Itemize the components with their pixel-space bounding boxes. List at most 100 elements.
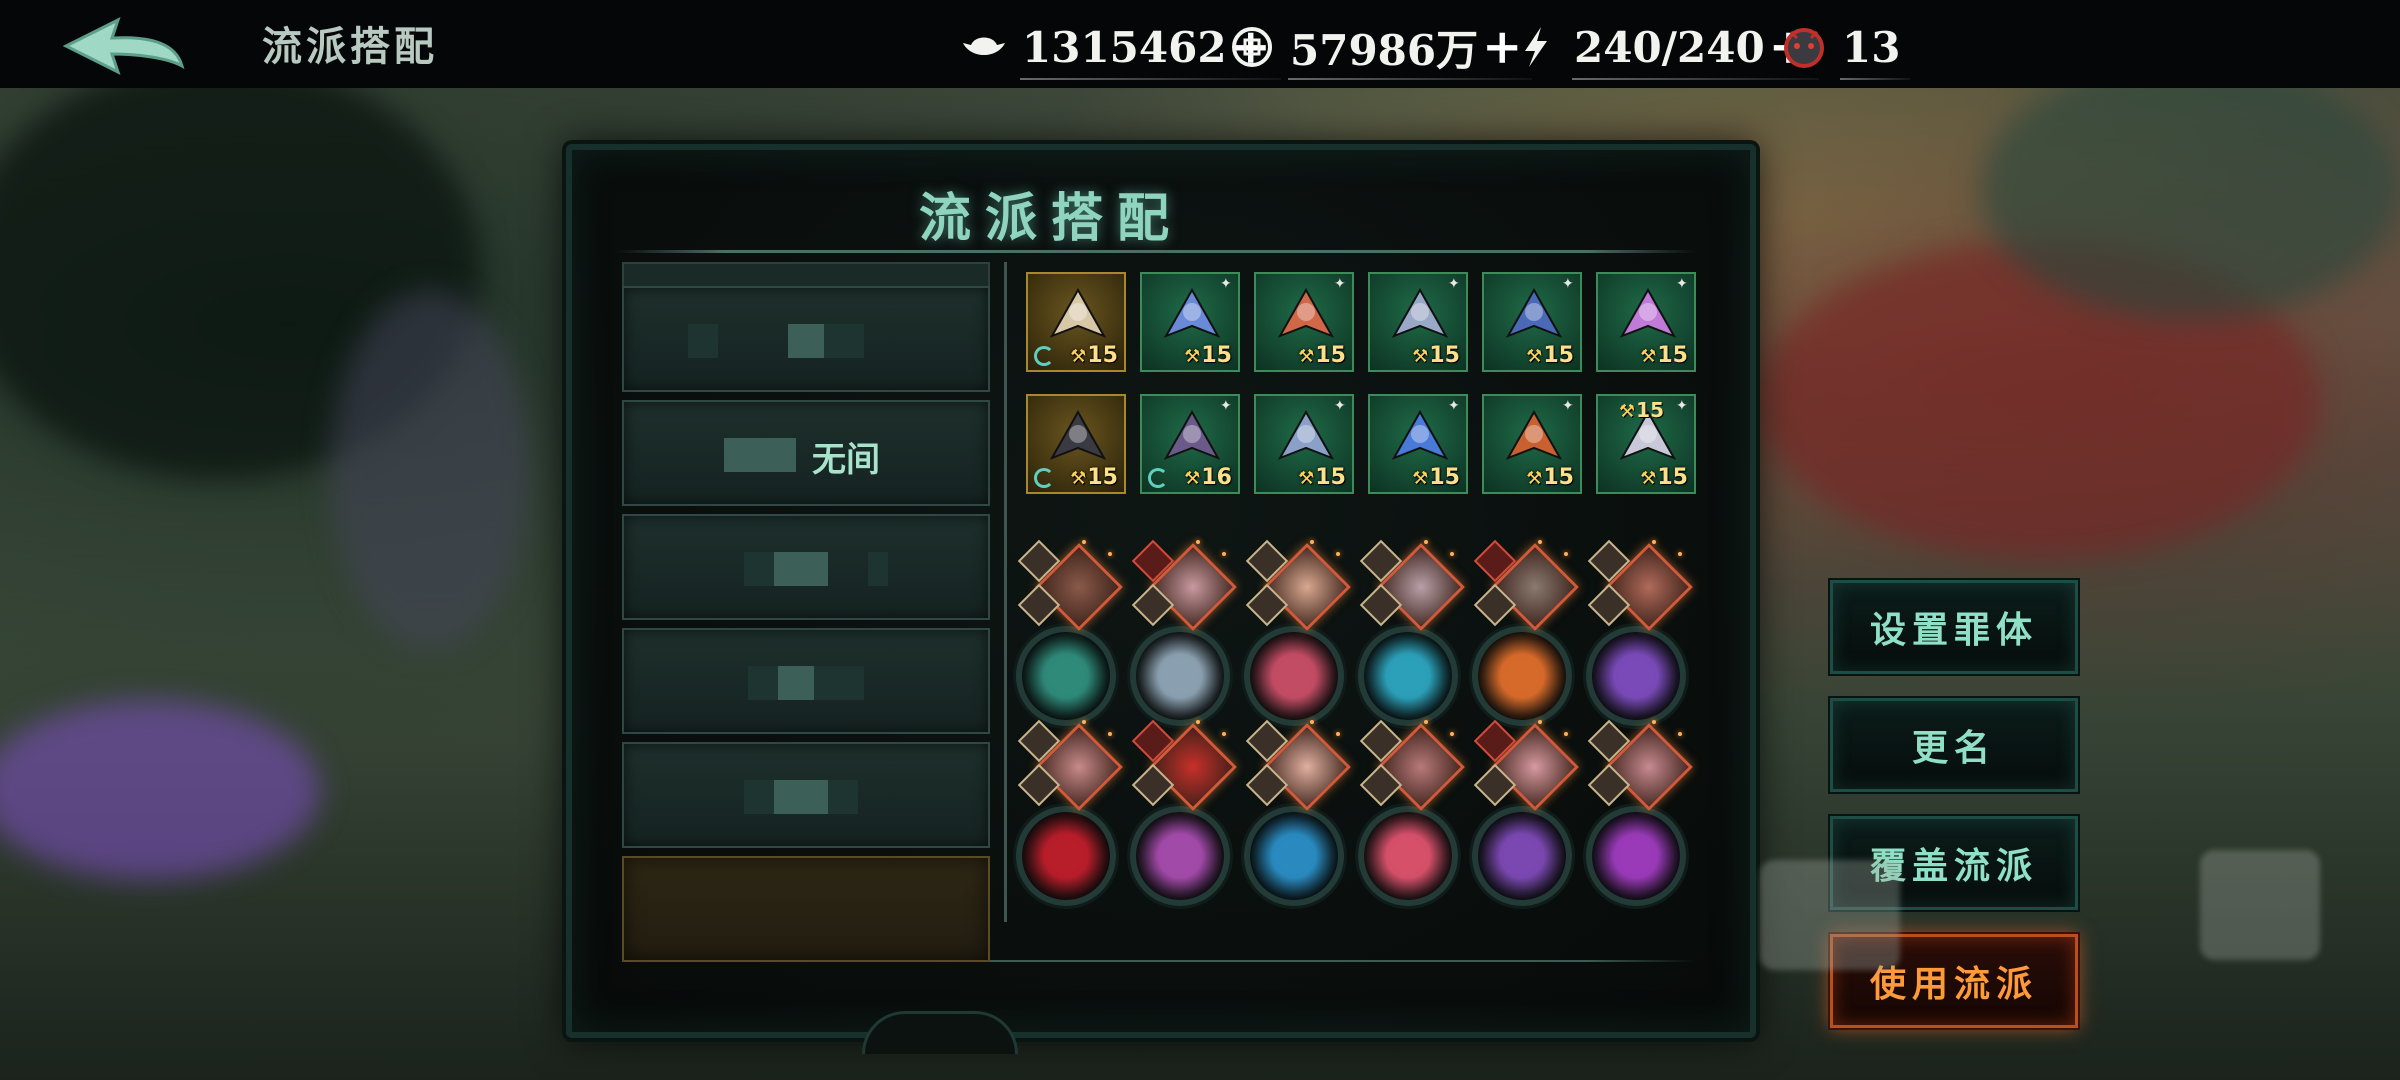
loadout-slot-5[interactable] [622, 742, 990, 848]
hammer-icon: ⚒ [1298, 468, 1315, 489]
obscured-name [778, 666, 814, 700]
back-arrow-icon [62, 17, 185, 75]
skill-node[interactable] [1240, 534, 1360, 734]
hammer-icon: ⚒ [1526, 468, 1543, 489]
skill-node[interactable] [1126, 714, 1246, 914]
skill-node[interactable] [1354, 534, 1474, 734]
upgrade-level: ⚒15 [1640, 465, 1688, 490]
hammer-icon: ⚒ [1070, 468, 1087, 489]
rename-button[interactable]: 更名 [1830, 698, 2078, 792]
ember-particle [1336, 732, 1340, 736]
equipment-slot[interactable]: ✦ ⚒16 [1140, 394, 1240, 494]
equipment-slot[interactable]: ✦ ⚒15 [1482, 394, 1582, 494]
pin-icon: ✦ [1562, 276, 1574, 292]
background-foliage [1980, 60, 2400, 320]
ember-particle [1336, 552, 1340, 556]
skill-node[interactable] [1468, 714, 1588, 914]
loadout-slot-2[interactable]: 无间 [622, 400, 990, 506]
refresh-icon [1148, 468, 1168, 488]
hammer-icon: ⚒ [1298, 346, 1315, 367]
equipment-slot[interactable]: ✦ ⚒15 [1482, 272, 1582, 372]
ember-particle [1108, 732, 1112, 736]
ember-particle [1450, 732, 1454, 736]
spiral-emblem-icon [1016, 806, 1116, 906]
equipment-slot[interactable]: ✦ ⚒15 [1140, 272, 1240, 372]
upgrade-level: ⚒15 [1526, 465, 1574, 490]
ember-particle [1108, 552, 1112, 556]
stripe-emblem-icon [1244, 806, 1344, 906]
equipment-slot[interactable]: ⚒15 [1026, 394, 1126, 494]
equipment-slot[interactable]: ✦ ⚒15 [1368, 272, 1468, 372]
hammer-icon: ⚒ [1070, 346, 1087, 367]
shoulder-armor-icon [1391, 287, 1449, 338]
equipment-slot[interactable]: ✦ ⚒15 [1596, 272, 1696, 372]
ember-particle [1652, 720, 1656, 724]
dark-robe-icon [1163, 409, 1221, 460]
resource-underline [1288, 78, 1533, 80]
equipment-slot[interactable]: ✦ ⚒15 ⚒15 [1596, 394, 1696, 494]
obscured-name [868, 552, 888, 586]
equipment-slot[interactable]: ✦ ⚒15 [1368, 394, 1468, 494]
skill-node[interactable] [1012, 714, 1132, 914]
equipment-slot[interactable]: ✦ ⚒15 [1254, 394, 1354, 494]
pin-icon: ✦ [1448, 276, 1460, 292]
resource-underline [1572, 78, 1819, 80]
skill-node[interactable] [1354, 714, 1474, 914]
skill-node[interactable] [1012, 534, 1132, 734]
upgrade-level-top: ⚒15 [1619, 398, 1664, 422]
resource-underline [1020, 78, 1281, 80]
pin-icon: ✦ [1220, 398, 1232, 414]
skill-node[interactable] [1240, 714, 1360, 914]
obscured-name [824, 324, 864, 358]
belt-icon [1391, 409, 1449, 460]
skill-node[interactable] [1126, 534, 1246, 734]
loadout-slot-3[interactable] [622, 514, 990, 620]
top-bar: 流派搭配 1315462 + 57986万 + 240/240 + 13 [0, 0, 2400, 88]
pin-icon: ✦ [1448, 398, 1460, 414]
obscured-name [828, 780, 858, 814]
resource-coin: 57986万 + [1228, 20, 1533, 80]
hammer-icon: ⚒ [1640, 468, 1657, 489]
skill-node[interactable] [1468, 534, 1588, 734]
crescent-emblem-icon [1130, 806, 1230, 906]
lightning-icon [1512, 23, 1560, 71]
ember-particle [1222, 552, 1226, 556]
pin-icon: ✦ [1334, 398, 1346, 414]
hammer-icon: ⚒ [1640, 346, 1657, 367]
refresh-icon [1034, 468, 1054, 488]
obscured-name [774, 552, 828, 586]
set-sin-body-button[interactable]: 设置罪体 [1830, 580, 2078, 674]
ember-particle [1678, 552, 1682, 556]
upgrade-level: ⚒15 [1298, 465, 1346, 490]
panel-title: 流派搭配 [918, 188, 1183, 249]
loadout-list-scroll-edge[interactable] [622, 262, 990, 288]
skill-node[interactable] [1582, 714, 1702, 914]
equipment-slot[interactable]: ✦ ⚒15 [1254, 272, 1354, 372]
demon-mask-icon [1780, 23, 1828, 71]
gauntlet-icon [1163, 287, 1221, 338]
panel-divider-vertical [1004, 262, 1007, 922]
loadout-slot-1[interactable] [622, 286, 990, 392]
ember-particle [1310, 540, 1314, 544]
background-character [330, 290, 530, 650]
back-button[interactable] [58, 14, 186, 78]
ember-particle [1196, 540, 1200, 544]
wing-emblem-icon [1586, 626, 1686, 726]
background-purple-effect [0, 700, 320, 880]
demon-value: 13 [1842, 22, 1901, 72]
chest-armor-icon [1277, 287, 1335, 338]
loadout-slot-6-empty[interactable] [622, 856, 990, 962]
obscured-name [688, 324, 718, 358]
ember-particle [1082, 540, 1086, 544]
hammer-icon: ⚒ [1184, 346, 1201, 367]
skill-node[interactable] [1582, 534, 1702, 734]
blurred-hud-icon [2200, 850, 2320, 960]
obscured-name [724, 438, 796, 472]
ember-particle [1538, 540, 1542, 544]
scroll-emblem-icon [1130, 626, 1230, 726]
set-sin-body-label: 设置罪体 [1869, 609, 2038, 651]
upgrade-level: ⚒15 [1412, 343, 1460, 368]
loadout-slot-4[interactable] [622, 628, 990, 734]
equipment-slot[interactable]: ⚒15 [1026, 272, 1126, 372]
pin-icon: ✦ [1334, 276, 1346, 292]
